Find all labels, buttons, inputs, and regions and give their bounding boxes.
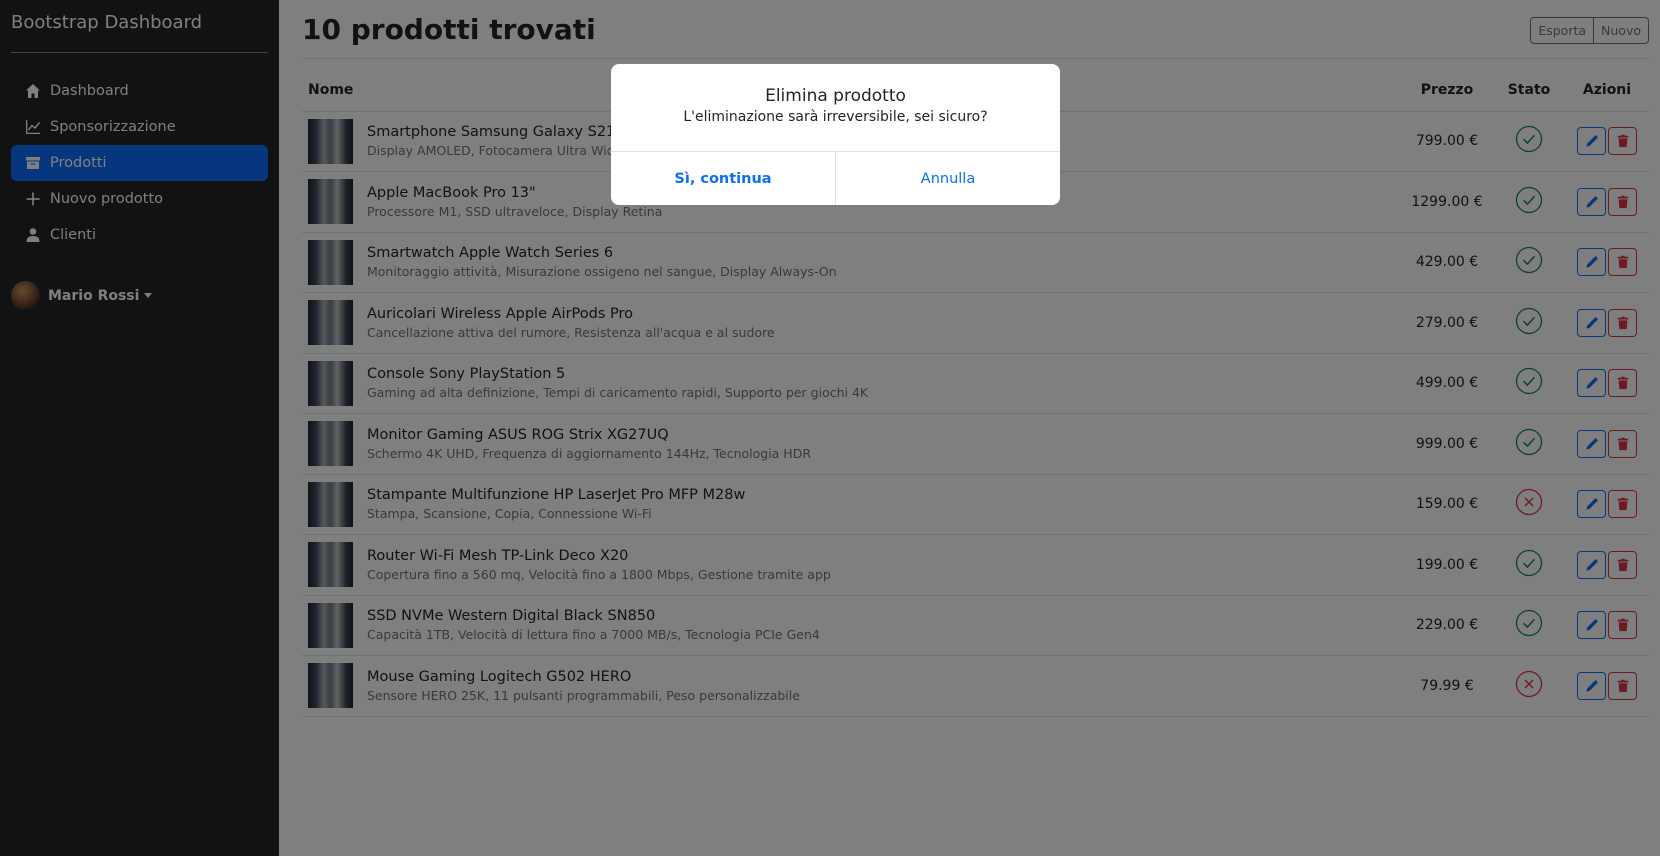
dialog-body: Elimina prodotto L'eliminazione sarà irr…: [611, 64, 1060, 152]
confirm-button[interactable]: Sì, continua: [611, 152, 836, 205]
cancel-button[interactable]: Annulla: [836, 152, 1060, 205]
dialog-title: Elimina prodotto: [765, 86, 906, 106]
dialog-footer: Sì, continua Annulla: [611, 152, 1060, 205]
dialog-message: L'eliminazione sarà irreversibile, sei s…: [683, 109, 988, 125]
delete-product-dialog: Elimina prodotto L'eliminazione sarà irr…: [611, 64, 1060, 205]
